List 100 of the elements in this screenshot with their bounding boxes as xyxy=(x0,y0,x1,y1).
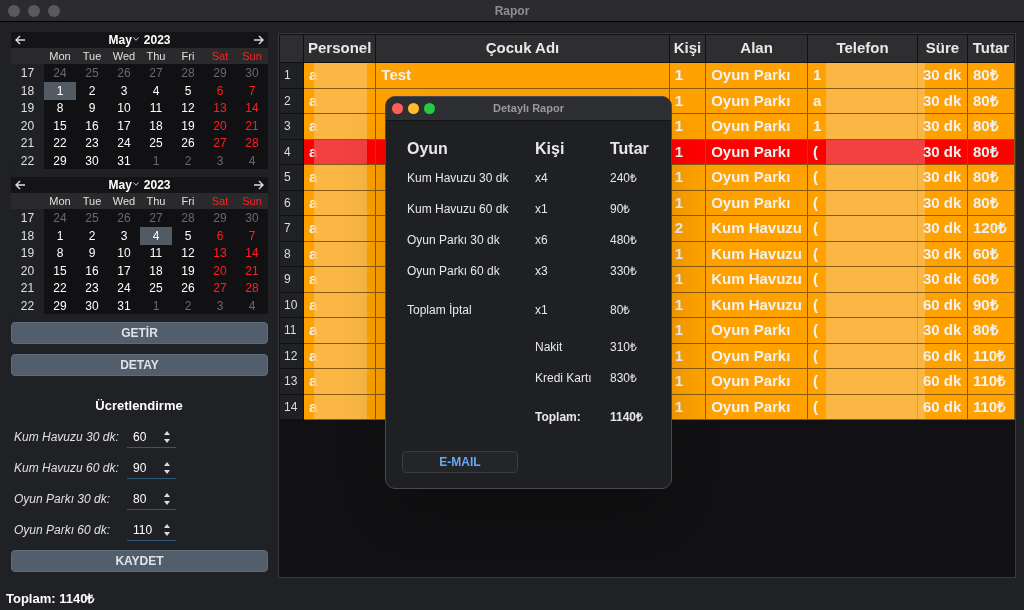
calendar-day[interactable]: 10 xyxy=(108,99,140,117)
calendar-day[interactable]: 29 xyxy=(44,151,76,169)
calendar-day[interactable]: 8 xyxy=(44,244,76,262)
calendar-day[interactable]: 14 xyxy=(236,99,268,117)
number-spinner[interactable]: 80 xyxy=(127,488,176,510)
calendar-day[interactable]: 4 xyxy=(236,296,268,314)
calendar-day[interactable]: 14 xyxy=(236,244,268,262)
calendar-day[interactable]: 27 xyxy=(204,279,236,297)
calendar-day[interactable]: 16 xyxy=(76,261,108,280)
calendar-day[interactable]: 15 xyxy=(44,261,76,280)
calendar-day[interactable]: 5 xyxy=(172,81,204,100)
number-spinner[interactable]: 90 xyxy=(127,457,176,479)
column-header[interactable]: Alan xyxy=(705,34,808,63)
calendar-day[interactable]: 8 xyxy=(44,99,76,117)
calendar-day[interactable]: 28 xyxy=(172,209,204,227)
email-button[interactable]: E-MAIL xyxy=(402,451,518,473)
calendar-day[interactable]: 7 xyxy=(236,81,268,100)
calendar-day[interactable]: 12 xyxy=(172,244,204,262)
calendar-day[interactable]: 30 xyxy=(236,209,268,227)
calendar-day[interactable]: 2 xyxy=(76,226,108,245)
calendar-day[interactable]: 30 xyxy=(76,296,108,314)
number-spinner[interactable]: 110 xyxy=(127,519,176,541)
next-month-icon[interactable] xyxy=(253,35,264,45)
calendar-day[interactable]: 7 xyxy=(236,226,268,245)
calendar-day[interactable]: 25 xyxy=(140,279,172,297)
column-header[interactable]: Süre xyxy=(917,34,968,63)
calendar-day[interactable]: 3 xyxy=(108,81,140,100)
month-dropdown[interactable]: May xyxy=(108,32,132,49)
calendar-day[interactable]: 4 xyxy=(236,151,268,169)
year-field[interactable]: 2023 xyxy=(143,32,171,49)
calendar-day[interactable]: 10 xyxy=(108,244,140,262)
calendar-day[interactable]: 25 xyxy=(76,64,108,82)
stepper-icon[interactable] xyxy=(163,460,171,475)
calendar-day[interactable]: 4 xyxy=(140,81,172,100)
calendar-day[interactable]: 26 xyxy=(108,64,140,82)
calendar-day[interactable]: 1 xyxy=(44,226,76,245)
column-header[interactable]: Çocuk Adı xyxy=(375,34,670,63)
save-button[interactable]: KAYDET xyxy=(11,549,268,572)
stepper-icon[interactable] xyxy=(163,429,171,444)
calendar-day[interactable]: 18 xyxy=(140,261,172,280)
calendar-day[interactable]: 19 xyxy=(172,261,204,280)
calendar-day[interactable]: 19 xyxy=(172,116,204,135)
calendar-day[interactable]: 28 xyxy=(172,64,204,82)
calendar-day[interactable]: 18 xyxy=(140,116,172,135)
calendar-day[interactable]: 4 xyxy=(140,226,172,245)
stepper-icon[interactable] xyxy=(163,491,171,506)
calendar-day[interactable]: 24 xyxy=(44,64,76,82)
previous-month-icon[interactable] xyxy=(15,180,26,190)
calendar-day[interactable]: 23 xyxy=(76,279,108,297)
calendar-day[interactable]: 24 xyxy=(108,279,140,297)
calendar-day[interactable]: 9 xyxy=(76,244,108,262)
column-header[interactable]: Telefon xyxy=(807,34,918,63)
previous-month-icon[interactable] xyxy=(15,35,26,45)
calendar-day[interactable]: 11 xyxy=(140,99,172,117)
calendar-day[interactable]: 21 xyxy=(236,116,268,135)
stepper-icon[interactable] xyxy=(163,522,171,537)
calendar-day[interactable]: 31 xyxy=(108,296,140,314)
calendar-day[interactable]: 29 xyxy=(204,209,236,227)
calendar-day[interactable]: 25 xyxy=(140,134,172,152)
calendar-day[interactable]: 24 xyxy=(44,209,76,227)
calendar-day[interactable]: 13 xyxy=(204,244,236,262)
calendar-day[interactable]: 6 xyxy=(204,226,236,245)
calendar-day[interactable]: 24 xyxy=(108,134,140,152)
calendar-day[interactable]: 20 xyxy=(204,116,236,135)
column-header[interactable]: Tutar xyxy=(967,34,1015,63)
calendar-day[interactable]: 1 xyxy=(140,296,172,314)
calendar-day[interactable]: 2 xyxy=(76,81,108,100)
calendar-day[interactable]: 9 xyxy=(76,99,108,117)
calendar-day[interactable]: 1 xyxy=(140,151,172,169)
calendar-day[interactable]: 21 xyxy=(236,261,268,280)
calendar-day[interactable]: 30 xyxy=(236,64,268,82)
calendar-day[interactable]: 13 xyxy=(204,99,236,117)
calendar-day[interactable]: 3 xyxy=(108,226,140,245)
calendar-day[interactable]: 17 xyxy=(108,261,140,280)
calendar-day[interactable]: 30 xyxy=(76,151,108,169)
column-header[interactable]: Kişi xyxy=(669,34,706,63)
table-row[interactable]: 1 a Test 1 Oyun Parkı 1 30 dk 80₺ xyxy=(279,62,1015,88)
detail-button[interactable]: DETAY xyxy=(11,354,268,376)
calendar-day[interactable]: 27 xyxy=(204,134,236,152)
next-month-icon[interactable] xyxy=(253,180,264,190)
calendar-day[interactable]: 29 xyxy=(44,296,76,314)
calendar-day[interactable]: 16 xyxy=(76,116,108,135)
calendar-day[interactable]: 23 xyxy=(76,134,108,152)
calendar-day[interactable]: 22 xyxy=(44,134,76,152)
calendar-day[interactable]: 6 xyxy=(204,81,236,100)
calendar-day[interactable]: 17 xyxy=(108,116,140,135)
calendar-day[interactable]: 29 xyxy=(204,64,236,82)
year-field[interactable]: 2023 xyxy=(143,177,171,194)
fetch-button[interactable]: GETİR xyxy=(11,322,268,344)
calendar-day[interactable]: 11 xyxy=(140,244,172,262)
calendar-day[interactable]: 22 xyxy=(44,279,76,297)
calendar-day[interactable]: 12 xyxy=(172,99,204,117)
column-header[interactable]: Personel xyxy=(303,34,376,63)
calendar-day[interactable]: 26 xyxy=(108,209,140,227)
calendar-day[interactable]: 28 xyxy=(236,134,268,152)
calendar-day[interactable]: 5 xyxy=(172,226,204,245)
month-dropdown[interactable]: May xyxy=(108,177,132,194)
calendar-day[interactable]: 26 xyxy=(172,279,204,297)
calendar-day[interactable]: 3 xyxy=(204,151,236,169)
calendar-day[interactable]: 20 xyxy=(204,261,236,280)
